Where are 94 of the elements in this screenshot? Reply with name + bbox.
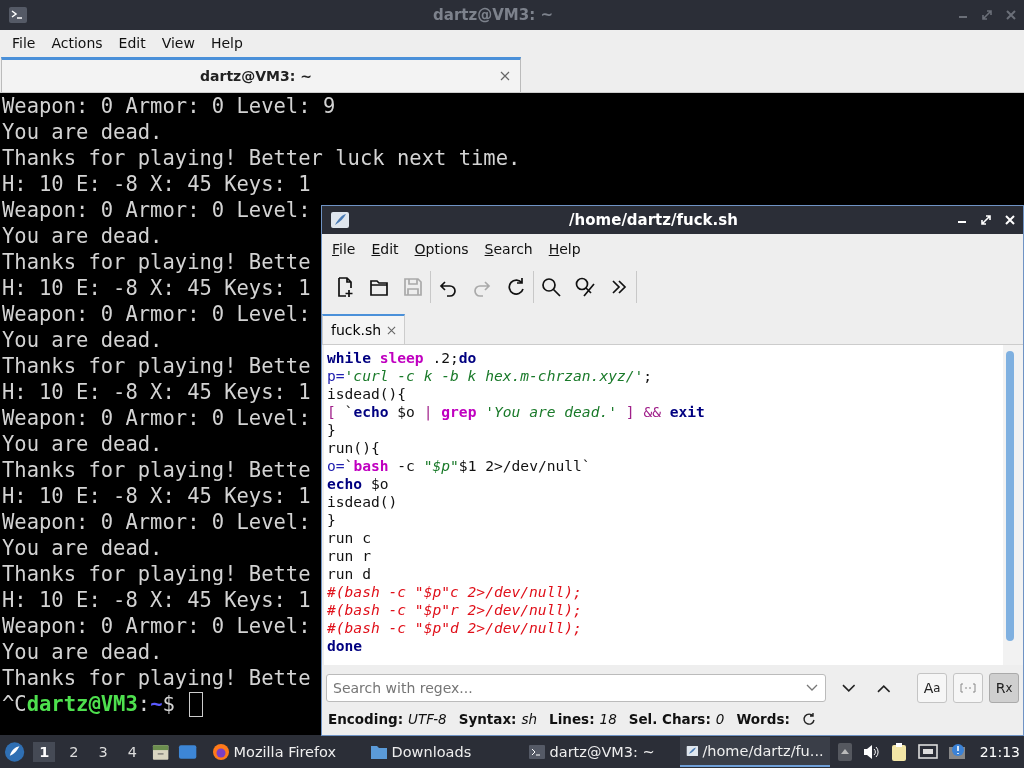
prompt-text: ^C bbox=[2, 691, 27, 717]
text-cursor bbox=[188, 691, 203, 717]
menu-item[interactable]: Help bbox=[540, 241, 589, 257]
terminal-line: Thanks for playing! Better luck next time. bbox=[2, 145, 521, 171]
menu-item[interactable]: Edit bbox=[363, 241, 407, 257]
taskbar-button[interactable]: /home/dartz/fu... bbox=[679, 736, 830, 767]
menu-item[interactable]: Actions bbox=[43, 35, 111, 51]
code-line: } bbox=[327, 511, 336, 529]
code-line: run(){ bbox=[327, 439, 380, 457]
workspace-button[interactable]: 3 bbox=[92, 741, 114, 762]
workspace-button[interactable]: 1 bbox=[33, 741, 56, 762]
menu-item[interactable]: File bbox=[4, 35, 44, 51]
menu-item[interactable]: Help bbox=[202, 35, 251, 51]
chevron-up-icon[interactable] bbox=[877, 683, 891, 693]
menu-item[interactable]: File bbox=[324, 241, 364, 257]
scrollbar[interactable] bbox=[1003, 345, 1023, 665]
terminal-line: Weapon: 0 Armor: 0 Level: bbox=[2, 613, 311, 639]
code-line: done bbox=[327, 637, 363, 655]
code-line: isdead() bbox=[327, 493, 398, 511]
taskbar-button[interactable]: Mozilla Firefox bbox=[205, 736, 356, 767]
status-text: Encoding: UTF-8 bbox=[328, 711, 447, 727]
file-tab[interactable]: fuck.sh bbox=[322, 314, 406, 344]
prompt-text: : bbox=[137, 691, 151, 717]
code-line: #(bash -c "$p"c 2>/dev/null); bbox=[327, 583, 582, 601]
status-text: Syntax: sh bbox=[458, 711, 538, 727]
terminal-line: You are dead. bbox=[2, 639, 163, 665]
clipboard-icon[interactable] bbox=[889, 741, 908, 762]
code-line: #(bash -c "$p"d 2>/dev/null); bbox=[327, 619, 582, 637]
terminal-line: You are dead. bbox=[2, 431, 163, 457]
notification-icon[interactable] bbox=[947, 742, 966, 761]
prompt-text: dartz@VM3 bbox=[26, 691, 138, 717]
menu-item[interactable]: Edit bbox=[110, 35, 154, 51]
workspace-button[interactable]: 2 bbox=[63, 741, 85, 762]
terminal-line: H: 10 E: -8 X: 45 Keys: 1 bbox=[2, 587, 311, 613]
terminal-line: H: 10 E: -8 X: 45 Keys: 1 bbox=[2, 275, 311, 301]
terminal-line: H: 10 E: -8 X: 45 Keys: 1 bbox=[2, 483, 311, 509]
status-text: Lines: 18 bbox=[549, 711, 617, 727]
terminal-icon bbox=[527, 742, 546, 761]
terminal-line: Weapon: 0 Armor: 0 Level: bbox=[2, 405, 311, 431]
terminal-line: Weapon: 0 Armor: 0 Level: bbox=[2, 509, 311, 535]
whole-word-icon bbox=[960, 682, 976, 694]
terminal-line: You are dead. bbox=[2, 535, 163, 561]
terminal-line: You are dead. bbox=[2, 327, 163, 353]
feather-icon bbox=[330, 211, 350, 229]
terminal-icon bbox=[8, 6, 28, 24]
find-icon[interactable] bbox=[540, 276, 562, 298]
taskbar-button[interactable]: Downloads bbox=[363, 736, 514, 767]
code-line: run r bbox=[327, 547, 371, 565]
menu-item[interactable]: Options bbox=[406, 241, 477, 257]
terminal-line: Weapon: 0 Armor: 0 Level: bbox=[2, 197, 311, 223]
code-line: run c bbox=[327, 529, 371, 547]
terminal-line: Thanks for playing! Bette bbox=[2, 249, 311, 275]
clock[interactable]: 21:13 bbox=[979, 743, 1020, 760]
whole-word-toggle[interactable] bbox=[953, 673, 983, 703]
status-text: Sel. Chars: 0 bbox=[628, 711, 725, 727]
terminal-line: Thanks for playing! Bette bbox=[2, 353, 311, 379]
terminal-line: Thanks for playing! Bette bbox=[2, 665, 311, 691]
prompt-text: ~ bbox=[150, 691, 163, 717]
search-field[interactable]: Search with regex... bbox=[326, 674, 826, 702]
code-line: run d bbox=[327, 565, 371, 583]
volume-icon[interactable] bbox=[861, 742, 880, 761]
terminal-tab[interactable]: dartz@VM3: ~ bbox=[1, 57, 521, 92]
code-line: } bbox=[327, 421, 336, 439]
code-line: o=`bash -c "$p"$1 2>/dev/null` bbox=[327, 457, 591, 475]
terminal-line: Thanks for playing! Bette bbox=[2, 457, 311, 483]
start-menu-icon[interactable] bbox=[4, 740, 26, 763]
code-line: #(bash -c "$p"r 2>/dev/null); bbox=[327, 601, 582, 619]
window-title: /home/dartz/fuck.sh bbox=[568, 211, 739, 229]
code-line: echo $o bbox=[327, 475, 389, 493]
code-line: p='curl -c k -b k hex.m-chrzan.xyz/'; bbox=[327, 367, 653, 385]
reload-icon[interactable] bbox=[505, 276, 527, 298]
workspace-button[interactable]: 4 bbox=[121, 741, 143, 762]
code-line: isdead(){ bbox=[327, 385, 407, 403]
terminal-line: Thanks for playing! Bette bbox=[2, 561, 311, 587]
menu-item[interactable]: View bbox=[153, 35, 203, 51]
terminal-line: Weapon: 0 Armor: 0 Level: 9 bbox=[2, 93, 336, 119]
globe-icon bbox=[211, 742, 230, 761]
code-line: [ `echo $o | grep 'You are dead.' ] && exit bbox=[327, 403, 705, 421]
terminal-line: H: 10 E: -8 X: 45 Keys: 1 bbox=[2, 379, 311, 405]
terminal-line: You are dead. bbox=[2, 223, 163, 249]
menu-item[interactable]: Search bbox=[476, 241, 541, 257]
status-text: Words: bbox=[736, 711, 790, 727]
replace-icon[interactable] bbox=[574, 276, 596, 298]
prompt-text: $ bbox=[162, 691, 175, 717]
chevron-down-icon[interactable] bbox=[841, 683, 856, 693]
dropdown-icon[interactable] bbox=[805, 684, 818, 692]
code-line: while sleep .2;do bbox=[327, 349, 477, 367]
window-title: dartz@VM3: ~ bbox=[432, 6, 554, 24]
terminal-line: Weapon: 0 Armor: 0 Level: bbox=[2, 301, 311, 327]
network-icon[interactable] bbox=[917, 742, 938, 761]
refresh-icon[interactable] bbox=[801, 712, 816, 726]
terminal-line: H: 10 E: -8 X: 45 Keys: 1 bbox=[2, 171, 311, 197]
taskbar-button[interactable]: dartz@VM3: ~ bbox=[521, 736, 672, 767]
terminal-line: You are dead. bbox=[2, 119, 163, 145]
